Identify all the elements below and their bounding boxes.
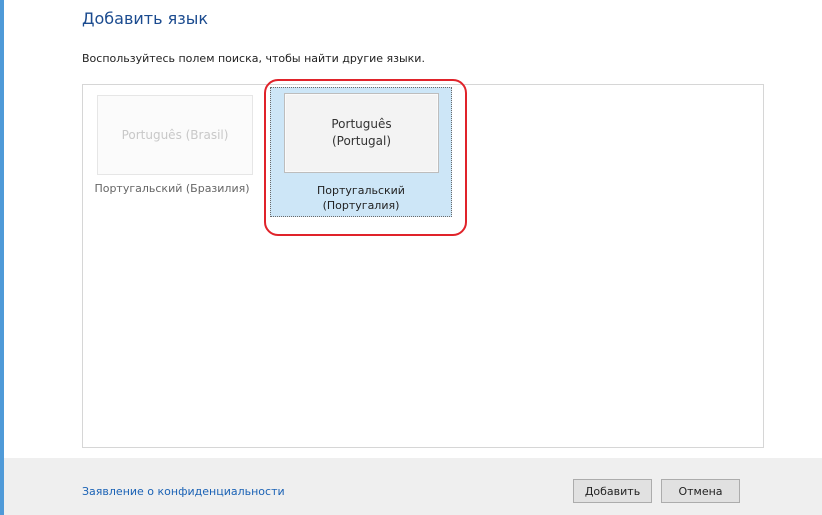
language-item-portuguese-portugal[interactable]: Português (Portugal) Португальский (Порт…: [270, 87, 452, 217]
language-native-name: Português (Brasil): [121, 127, 229, 142]
language-list: Português (Brasil) Португальский (Бразил…: [82, 84, 764, 448]
page-title: Добавить язык: [82, 9, 209, 28]
add-button[interactable]: Добавить: [573, 479, 652, 503]
language-native-name: Português (Portugal): [331, 117, 392, 148]
language-localized-name: Португальский (Бразилия): [94, 182, 250, 195]
language-tile-selected[interactable]: Português (Portugal): [284, 93, 439, 173]
add-language-dialog: Добавить язык Воспользуйтесь полем поиск…: [4, 0, 822, 458]
cancel-button[interactable]: Отмена: [661, 479, 740, 503]
privacy-statement-link[interactable]: Заявление о конфиденциальности: [82, 485, 285, 498]
search-hint-text: Воспользуйтесь полем поиска, чтобы найти…: [82, 52, 425, 65]
language-item-portuguese-brazil[interactable]: Português (Brasil) Португальский (Бразил…: [83, 87, 263, 217]
language-localized-name: Португальский (Португалия): [317, 184, 405, 212]
language-tile[interactable]: Português (Brasil): [97, 95, 253, 175]
dialog-footer: Заявление о конфиденциальности Добавить …: [4, 458, 822, 515]
